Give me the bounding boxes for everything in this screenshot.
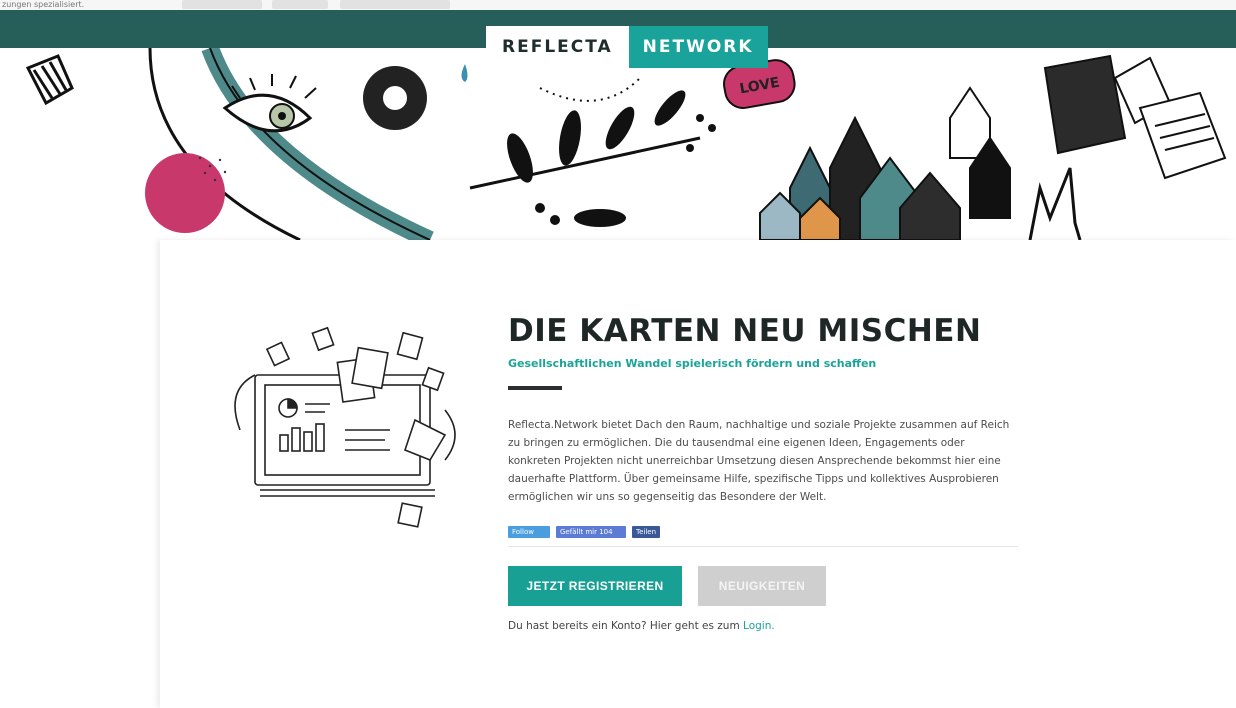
site-logo[interactable]: REFLECTA NETWORK — [486, 26, 768, 68]
background-tab — [272, 0, 328, 9]
page-title: DIE KARTEN NEU MISCHEN — [508, 313, 982, 349]
login-hint: Du hast bereits ein Konto? Hier geht es … — [508, 620, 775, 632]
facebook-share-button[interactable]: Teilen — [632, 526, 660, 538]
login-hint-text: Du hast bereits ein Konto? Hier geht es … — [508, 620, 744, 632]
background-tab — [340, 0, 450, 9]
header-illustration: LOVE — [0, 48, 1236, 240]
login-link[interactable]: Login. — [743, 620, 775, 632]
facebook-like-button[interactable]: Gefällt mir 104 — [556, 526, 626, 538]
background-window-text: zungen spezialisiert. — [2, 0, 85, 9]
intro-paragraph: Reflecta.Network bietet Dach den Raum, n… — [508, 419, 1010, 503]
logo-network: NETWORK — [628, 26, 768, 68]
illustration-doodles: LOVE — [25, 48, 1227, 240]
page-subtitle: Gesellschaftlichen Wandel spielerisch fö… — [508, 357, 877, 370]
content-divider — [508, 546, 1018, 547]
background-tab — [182, 0, 262, 9]
news-button[interactable]: NEUIGKEITEN — [698, 566, 826, 606]
register-button[interactable]: JETZT REGISTRIEREN — [508, 566, 682, 606]
twitter-follow-button[interactable]: Follow — [508, 526, 550, 538]
title-divider — [508, 386, 562, 390]
social-buttons: Follow Gefällt mir 104 Teilen — [508, 526, 660, 538]
cards-illustration — [234, 326, 456, 528]
logo-reflecta: REFLECTA — [486, 26, 629, 68]
